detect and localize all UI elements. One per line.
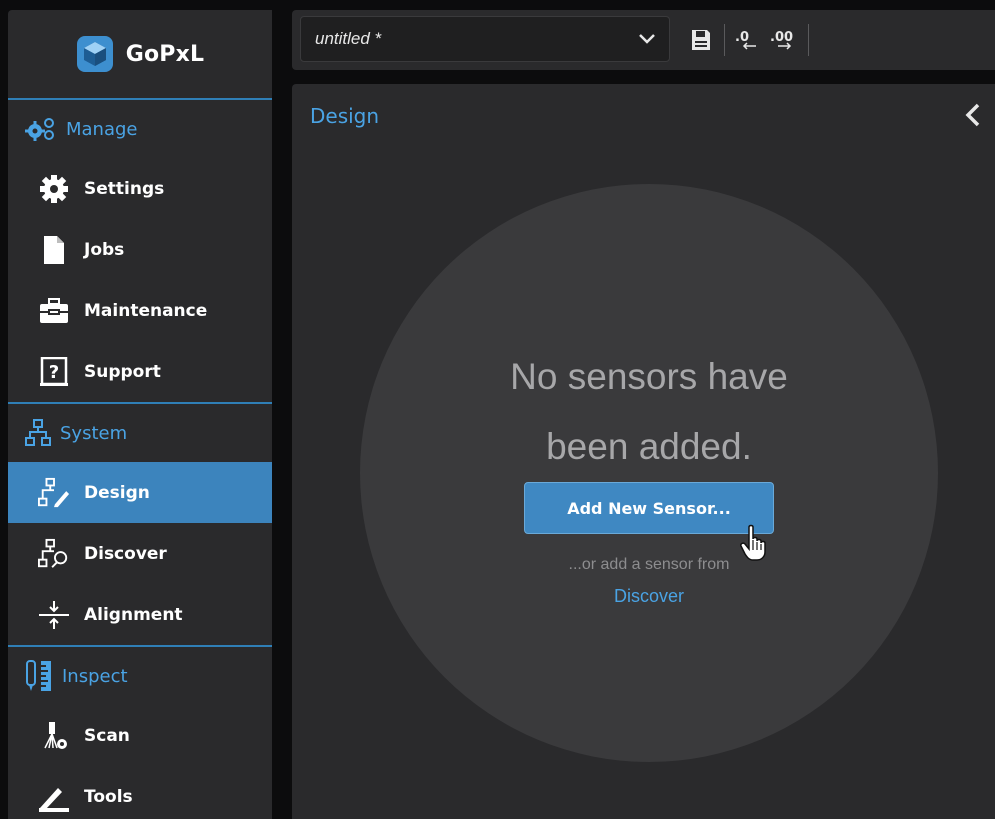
gear-icon bbox=[38, 173, 70, 205]
sidebar-item-label: Alignment bbox=[84, 604, 183, 625]
page-title: Design bbox=[310, 104, 380, 128]
tools-icon bbox=[38, 781, 70, 813]
hand-cursor-icon bbox=[740, 524, 766, 561]
help-icon: ? bbox=[38, 356, 70, 388]
job-select[interactable]: untitled * bbox=[300, 16, 670, 62]
add-new-sensor-button[interactable]: Add New Sensor... bbox=[524, 482, 774, 534]
sidebar-item-label: Maintenance bbox=[84, 300, 208, 321]
chevron-down-icon bbox=[639, 34, 655, 44]
save-icon bbox=[692, 30, 710, 50]
scan-icon bbox=[38, 720, 70, 752]
add-from-text: ...or add a sensor from bbox=[568, 556, 730, 573]
app-name: GoPxL bbox=[125, 41, 205, 67]
export-button[interactable]: .00 bbox=[770, 26, 796, 54]
section-manage[interactable]: Manage bbox=[8, 100, 272, 158]
import-icon: .0 bbox=[735, 30, 756, 50]
svg-text:.0: .0 bbox=[735, 30, 749, 45]
design-icon bbox=[38, 477, 70, 509]
sidebar-item-support[interactable]: ? Support bbox=[8, 341, 272, 402]
alignment-icon bbox=[38, 599, 70, 631]
import-button[interactable]: .0 bbox=[734, 26, 758, 54]
gopxl-logo-icon bbox=[76, 36, 113, 72]
sidebar-item-maintenance[interactable]: Maintenance bbox=[8, 280, 272, 341]
section-label: System bbox=[60, 422, 128, 444]
sidebar-item-label: Discover bbox=[84, 543, 167, 564]
sidebar-item-label: Scan bbox=[84, 725, 130, 746]
sidebar-item-alignment[interactable]: Alignment bbox=[8, 584, 272, 645]
sidebar-item-label: Design bbox=[84, 482, 150, 503]
discover-icon bbox=[38, 538, 70, 570]
chevron-left-icon[interactable] bbox=[963, 102, 983, 128]
svg-text:?: ? bbox=[49, 362, 59, 383]
sidebar-item-label: Settings bbox=[84, 178, 165, 199]
svg-text:.00: .00 bbox=[770, 30, 793, 45]
section-system[interactable]: System bbox=[8, 404, 272, 462]
toolbox-icon bbox=[38, 295, 70, 327]
toolbar: untitled * .0 .00 bbox=[292, 10, 995, 70]
job-name: untitled * bbox=[315, 29, 382, 48]
empty-state: No sensors have been added. Add New Sens… bbox=[360, 184, 938, 762]
gears-icon bbox=[25, 118, 54, 141]
file-icon bbox=[38, 234, 70, 266]
empty-message-line: No sensors have bbox=[510, 356, 788, 397]
network-icon bbox=[25, 419, 51, 446]
sidebar-item-label: Support bbox=[84, 361, 161, 382]
brand: GoPxL bbox=[8, 10, 272, 98]
sidebar-item-label: Jobs bbox=[84, 239, 125, 260]
toolbar-separator bbox=[724, 24, 725, 56]
toolbar-separator bbox=[808, 24, 809, 56]
discover-link[interactable]: Discover bbox=[360, 586, 938, 607]
sidebar-item-discover[interactable]: Discover bbox=[8, 523, 272, 584]
section-label: Manage bbox=[66, 118, 138, 140]
sidebar-item-tools[interactable]: Tools bbox=[8, 766, 272, 819]
design-panel: Design No sensors have been added. Add N… bbox=[292, 84, 995, 819]
sidebar-item-label: Tools bbox=[84, 786, 133, 807]
save-button[interactable] bbox=[690, 26, 712, 54]
export-icon: .00 bbox=[770, 30, 793, 50]
section-inspect[interactable]: Inspect bbox=[8, 647, 272, 705]
measure-icon bbox=[26, 660, 51, 691]
sidebar-item-jobs[interactable]: Jobs bbox=[8, 219, 272, 280]
sidebar-item-settings[interactable]: Settings bbox=[8, 158, 272, 219]
sidebar-item-design[interactable]: Design bbox=[8, 462, 272, 523]
empty-message: No sensors have been added. bbox=[360, 342, 938, 482]
section-label: Inspect bbox=[62, 665, 128, 687]
sidebar: GoPxL Manage Settings Jobs Maintenance ?… bbox=[8, 10, 272, 819]
empty-message-line: been added. bbox=[546, 426, 752, 467]
sidebar-item-scan[interactable]: Scan bbox=[8, 705, 272, 766]
